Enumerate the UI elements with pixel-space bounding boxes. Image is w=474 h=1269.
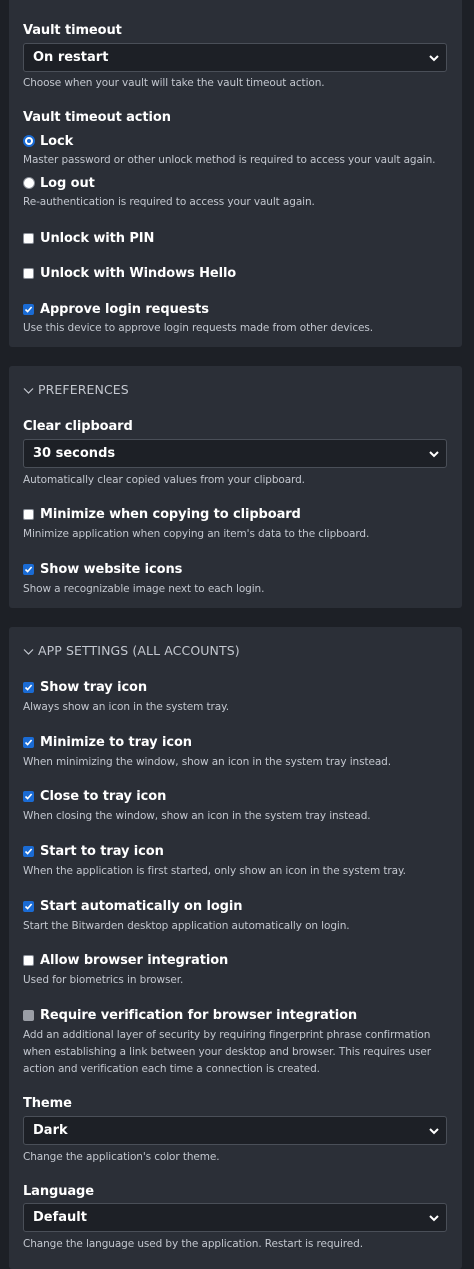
logout-radio[interactable]	[23, 177, 35, 189]
theme-label: Theme	[23, 1096, 72, 1111]
approve-login-option[interactable]: Approve login requests	[23, 302, 273, 318]
chevron-down-icon	[429, 1215, 439, 1222]
theme-select[interactable]: Dark	[23, 1116, 447, 1145]
minimize-copy-option[interactable]: Minimize when copying to clipboard	[23, 507, 323, 523]
require-verification-hint: Add an additional layer of security by r…	[23, 1029, 431, 1075]
approve-login-hint: Use this device to approve login request…	[23, 322, 373, 334]
start-tray-option[interactable]: Start to tray icon	[23, 844, 273, 860]
tray-icon-option[interactable]: Show tray icon	[23, 680, 273, 696]
minimize-tray-label: Minimize to tray icon	[40, 735, 192, 750]
language-hint: Change the language used by the applicat…	[23, 1238, 363, 1250]
preferences-section-toggle[interactable]: PREFERENCES	[23, 382, 129, 397]
auto-start-label: Start automatically on login	[40, 899, 243, 914]
chevron-down-icon	[23, 648, 34, 655]
website-icons-option[interactable]: Show website icons	[23, 562, 273, 578]
theme-hint: Change the application's color theme.	[23, 1151, 220, 1163]
lock-hint: Master password or other unlock method i…	[23, 154, 436, 166]
require-verification-checkbox	[23, 1010, 34, 1021]
browser-integration-hint: Used for biometrics in browser.	[23, 974, 184, 986]
auto-start-hint: Start the Bitwarden desktop application …	[23, 920, 350, 932]
app-settings-card: APP SETTINGS (ALL ACCOUNTS) Show tray ic…	[9, 627, 462, 1269]
unlock-pin-checkbox[interactable]	[23, 233, 34, 244]
clear-clipboard-label: Clear clipboard	[23, 419, 133, 434]
approve-login-label: Approve login requests	[40, 302, 209, 317]
browser-integration-label: Allow browser integration	[40, 953, 229, 968]
logout-label: Log out	[40, 176, 95, 191]
minimize-tray-option[interactable]: Minimize to tray icon	[23, 735, 273, 751]
unlock-hello-option[interactable]: Unlock with Windows Hello	[23, 266, 273, 282]
website-icons-checkbox[interactable]	[23, 564, 34, 575]
language-value: Default	[33, 1210, 87, 1225]
minimize-copy-checkbox[interactable]	[23, 509, 34, 520]
unlock-pin-option[interactable]: Unlock with PIN	[23, 231, 273, 247]
chevron-down-icon	[429, 55, 439, 62]
lock-radio[interactable]	[23, 135, 35, 147]
tray-icon-checkbox[interactable]	[23, 682, 34, 693]
check-icon	[24, 793, 33, 800]
minimize-tray-checkbox[interactable]	[23, 737, 34, 748]
language-label: Language	[23, 1184, 94, 1199]
preferences-card: PREFERENCES Clear clipboard 30 seconds A…	[9, 366, 462, 608]
logout-radio-option[interactable]: Log out	[23, 176, 223, 192]
theme-value: Dark	[33, 1123, 68, 1138]
minimize-copy-label: Minimize when copying to clipboard	[40, 507, 301, 522]
browser-integration-option[interactable]: Allow browser integration	[23, 953, 273, 969]
approve-login-checkbox[interactable]	[23, 304, 34, 315]
minimize-copy-hint: Minimize application when copying an ite…	[23, 528, 370, 540]
close-tray-hint: When closing the window, show an icon in…	[23, 810, 371, 822]
language-select[interactable]: Default	[23, 1203, 447, 1232]
check-icon	[24, 903, 33, 910]
timeout-action-label: Vault timeout action	[23, 110, 171, 125]
check-icon	[24, 684, 33, 691]
app-settings-section-toggle[interactable]: APP SETTINGS (ALL ACCOUNTS)	[23, 643, 240, 658]
chevron-down-icon	[23, 387, 34, 394]
tray-icon-label: Show tray icon	[40, 680, 148, 695]
logout-hint: Re-authentication is required to access …	[23, 196, 315, 208]
unlock-pin-label: Unlock with PIN	[40, 231, 155, 246]
vault-timeout-label: Vault timeout	[23, 23, 122, 38]
start-tray-checkbox[interactable]	[23, 846, 34, 857]
start-tray-label: Start to tray icon	[40, 844, 164, 859]
vault-timeout-select[interactable]: On restart	[23, 43, 447, 72]
unlock-hello-checkbox[interactable]	[23, 268, 34, 279]
lock-label: Lock	[40, 134, 74, 149]
check-icon	[24, 306, 33, 313]
clear-clipboard-select[interactable]: 30 seconds	[23, 439, 447, 468]
security-card: Vault timeout On restart Choose when you…	[9, 0, 462, 347]
chevron-down-icon	[429, 451, 439, 458]
website-icons-label: Show website icons	[40, 562, 183, 577]
unlock-hello-label: Unlock with Windows Hello	[40, 266, 237, 281]
app-settings-heading: APP SETTINGS (ALL ACCOUNTS)	[38, 643, 240, 658]
vault-timeout-hint: Choose when your vault will take the vau…	[23, 77, 325, 89]
clear-clipboard-hint: Automatically clear copied values from y…	[23, 474, 305, 486]
tray-icon-hint: Always show an icon in the system tray.	[23, 701, 229, 713]
scrollbar-track[interactable]	[469, 0, 474, 1269]
check-icon	[24, 848, 33, 855]
start-tray-hint: When the application is first started, o…	[23, 865, 406, 877]
require-verification-option: Require verification for browser integra…	[23, 1008, 357, 1024]
require-verification-label: Require verification for browser integra…	[40, 1008, 358, 1023]
chevron-down-icon	[429, 1128, 439, 1135]
preferences-heading: PREFERENCES	[38, 382, 129, 397]
browser-integration-checkbox[interactable]	[23, 955, 34, 966]
close-tray-checkbox[interactable]	[23, 791, 34, 802]
check-icon	[24, 566, 33, 573]
auto-start-checkbox[interactable]	[23, 901, 34, 912]
check-icon	[24, 739, 33, 746]
auto-start-option[interactable]: Start automatically on login	[23, 899, 273, 915]
lock-radio-option[interactable]: Lock	[23, 134, 223, 150]
clear-clipboard-value: 30 seconds	[33, 446, 116, 461]
minimize-tray-hint: When minimizing the window, show an icon…	[23, 756, 391, 768]
close-tray-option[interactable]: Close to tray icon	[23, 789, 273, 805]
website-icons-hint: Show a recognizable image next to each l…	[23, 583, 265, 595]
vault-timeout-value: On restart	[33, 50, 109, 65]
close-tray-label: Close to tray icon	[40, 789, 167, 804]
